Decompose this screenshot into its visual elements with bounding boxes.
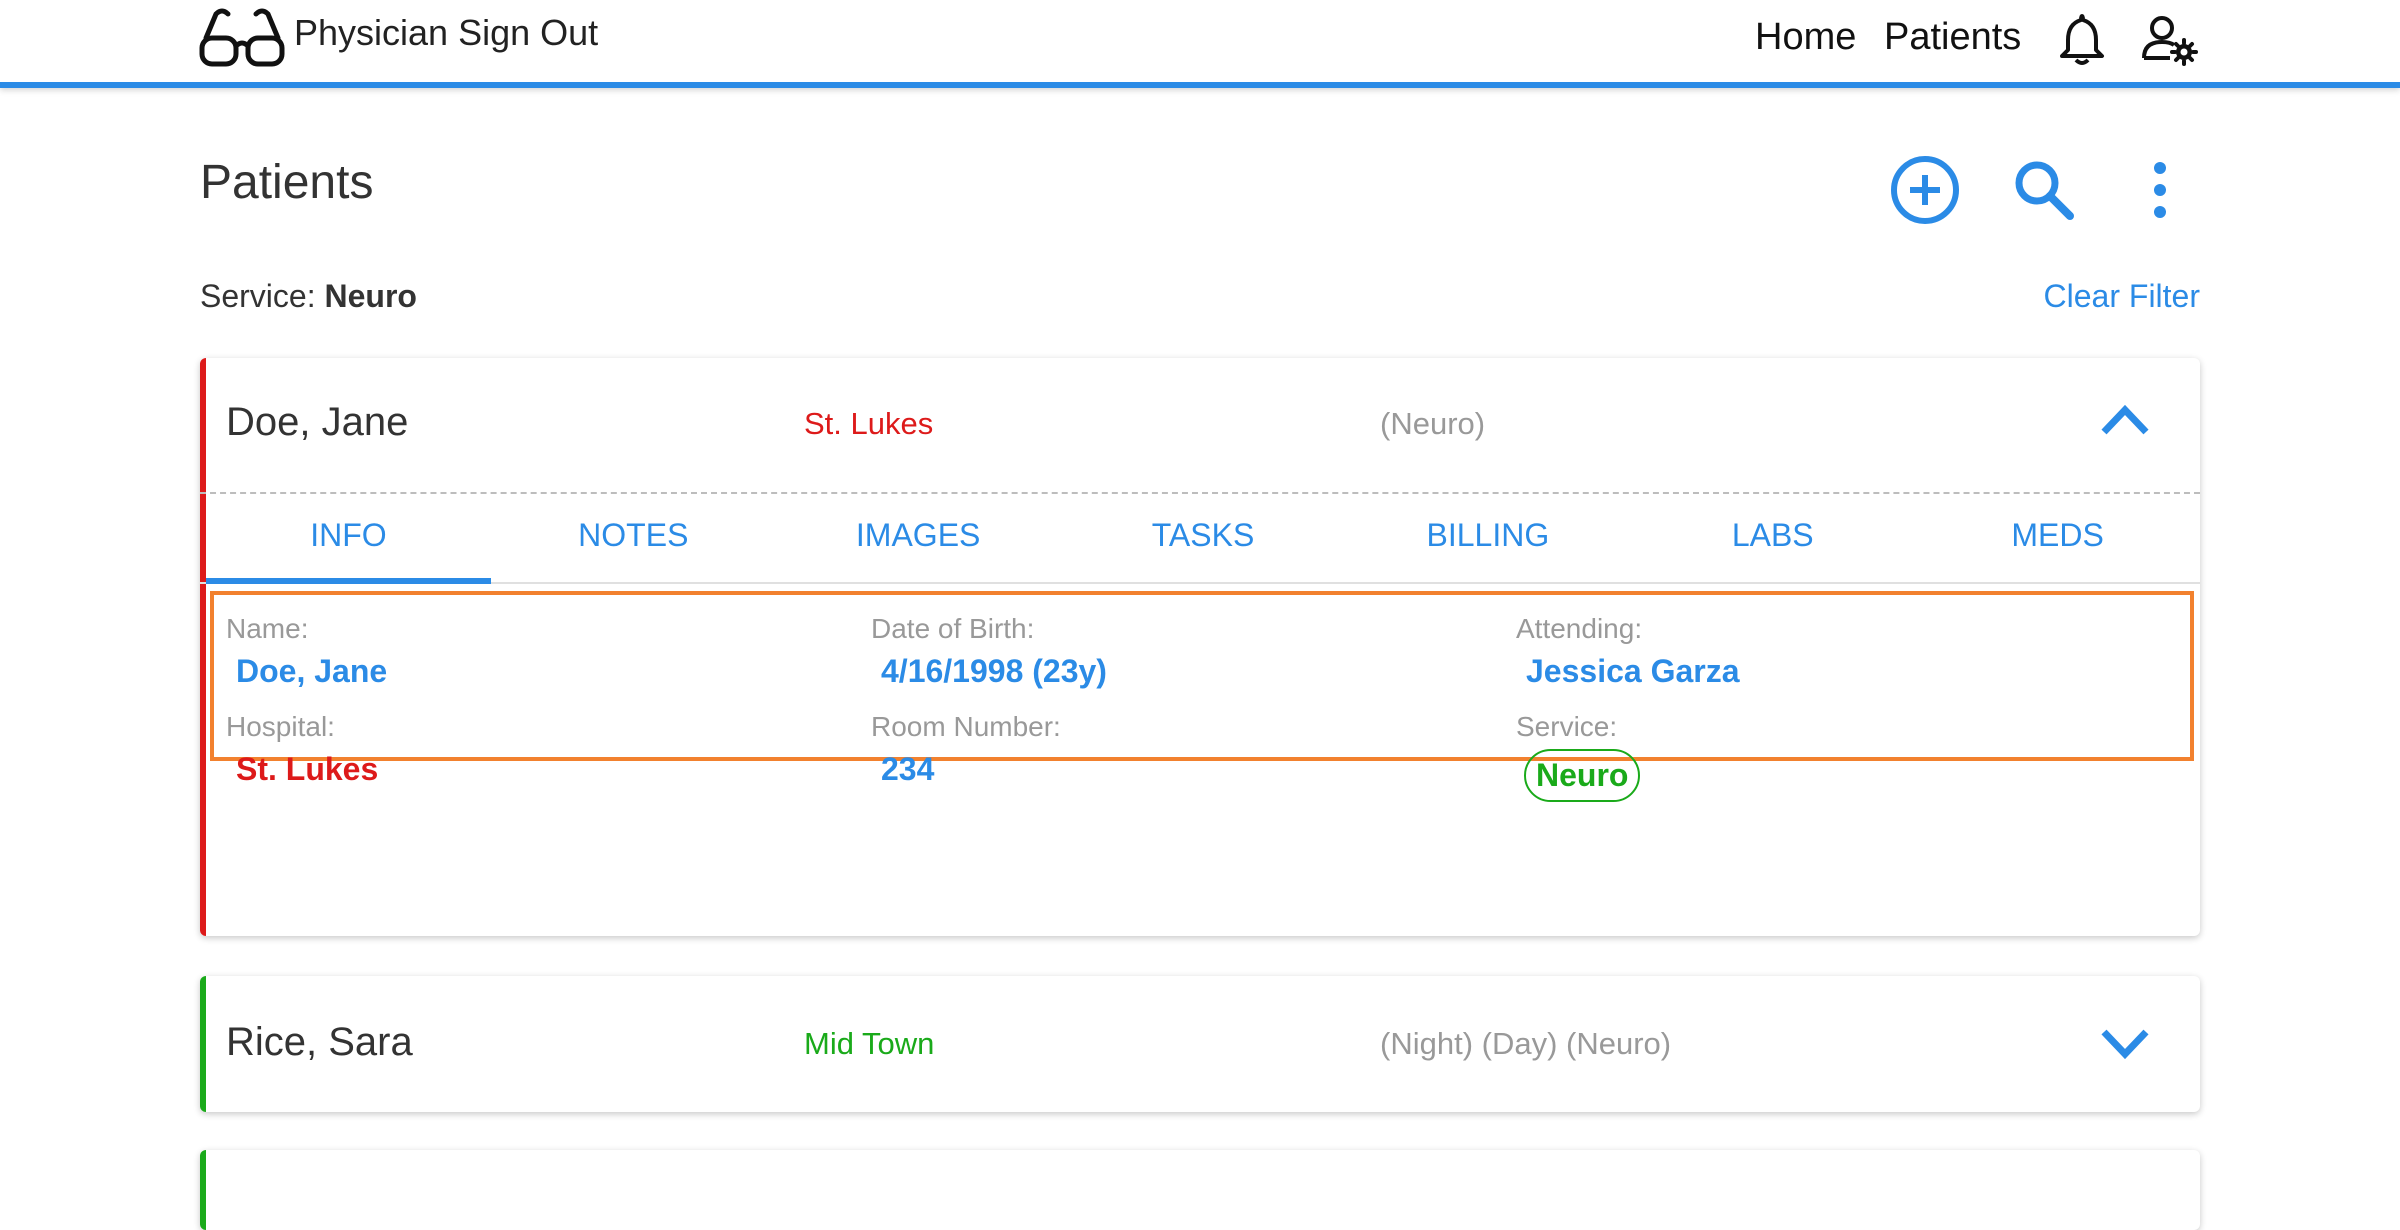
service-label: Service:	[1516, 711, 1618, 742]
chevron-down-icon[interactable]	[2100, 1026, 2150, 1062]
user-settings-icon[interactable]	[2142, 14, 2198, 66]
bell-icon[interactable]	[2058, 12, 2106, 66]
dob-label: Date of Birth:	[871, 613, 1035, 644]
patient-hospital: Mid Town	[804, 1026, 935, 1061]
patient-card-header[interactable]: Doe, Jane St. Lukes (Neuro)	[200, 358, 2200, 492]
service-chip: Neuro	[1524, 749, 1641, 802]
hospital-value: St. Lukes	[236, 751, 379, 787]
search-icon[interactable]	[2012, 158, 2076, 222]
patient-card	[200, 1150, 2200, 1230]
room-label: Room Number:	[871, 711, 1061, 742]
attending-label: Attending:	[1516, 613, 1643, 644]
patient-info-panel: Name: Doe, Jane Date of Birth: 4/16/1998…	[210, 591, 2194, 802]
dob-value: 4/16/1998 (23y)	[881, 653, 1107, 689]
patient-hospital: St. Lukes	[804, 406, 934, 441]
patient-card: Doe, Jane St. Lukes (Neuro) INFO NOTES I…	[200, 358, 2200, 936]
name-value: Doe, Jane	[236, 653, 388, 689]
tab-tasks[interactable]: TASKS	[1061, 494, 1346, 582]
page-title: Patients	[200, 156, 374, 209]
nav-home-link[interactable]: Home	[1755, 16, 1856, 59]
patient-services: (Night) (Day) (Neuro)	[1380, 1026, 1672, 1061]
attending-value: Jessica Garza	[1526, 653, 1740, 689]
patient-card-header[interactable]: Rice, Sara Mid Town (Night) (Day) (Neuro…	[200, 976, 2200, 1110]
hospital-label: Hospital:	[226, 711, 335, 742]
top-app-bar: Physician Sign Out Home Patients	[0, 0, 2400, 88]
name-label: Name:	[226, 613, 309, 644]
nav-patients-link[interactable]: Patients	[1884, 16, 2021, 59]
tab-info[interactable]: INFO	[206, 494, 491, 584]
tab-labs[interactable]: LABS	[1630, 494, 1915, 582]
patient-tabs: INFO NOTES IMAGES TASKS BILLING LABS MED…	[200, 492, 2200, 584]
tab-meds[interactable]: MEDS	[1915, 494, 2200, 582]
patient-services: (Neuro)	[1380, 406, 1486, 441]
filter-label: Service:	[200, 278, 316, 314]
tab-notes[interactable]: NOTES	[491, 494, 776, 582]
filter-value: Neuro	[324, 278, 417, 314]
room-value: 234	[881, 751, 935, 787]
patient-name: Doe, Jane	[226, 400, 409, 444]
service-filter: Service: Neuro	[200, 278, 417, 315]
chevron-up-icon[interactable]	[2100, 402, 2150, 438]
patient-card: Rice, Sara Mid Town (Night) (Day) (Neuro…	[200, 976, 2200, 1112]
hospital-color-bar	[200, 1150, 206, 1230]
app-title[interactable]: Physician Sign Out	[294, 12, 598, 54]
tab-billing[interactable]: BILLING	[1345, 494, 1630, 582]
glasses-icon[interactable]	[198, 6, 286, 70]
more-vert-icon[interactable]	[2148, 160, 2172, 220]
add-circle-icon[interactable]	[1890, 155, 1960, 225]
clear-filter-link[interactable]: Clear Filter	[2044, 278, 2200, 315]
patient-name: Rice, Sara	[226, 1020, 413, 1064]
tab-images[interactable]: IMAGES	[776, 494, 1061, 582]
